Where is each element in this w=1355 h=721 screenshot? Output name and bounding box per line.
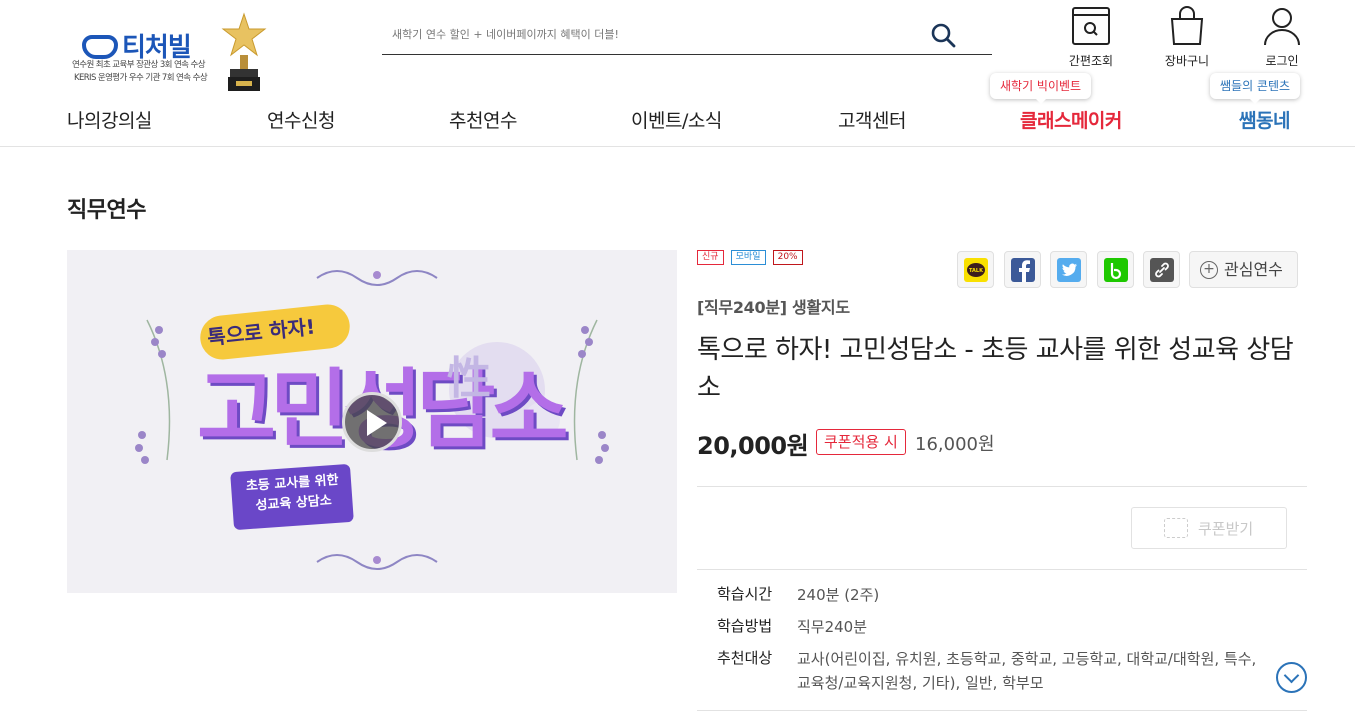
ssem-content-bubble[interactable]: 쌤들의 콘텐츠 <box>1210 73 1301 104</box>
share-facebook-button[interactable] <box>1004 251 1041 288</box>
get-coupon-label: 쿠폰받기 <box>1198 520 1254 538</box>
course-tags: 신규 모바일 20% <box>697 250 805 266</box>
info-value: 240분 (2주) <box>797 586 880 604</box>
quick-view-icon <box>1072 7 1110 45</box>
trophy-icon <box>221 12 267 91</box>
coupon-price: 16,000원 <box>915 434 995 455</box>
nav-events-news[interactable]: 이벤트/소식 <box>631 106 722 133</box>
course-category: [직무240분] 생활지도 <box>697 298 850 317</box>
lavender-right-icon <box>573 319 609 464</box>
svg-text:TALK: TALK <box>969 268 984 274</box>
info-key: 학습시간 <box>717 585 773 603</box>
tag-mobile: 모바일 <box>730 250 766 265</box>
favorite-course-label: 관심연수 <box>1224 260 1283 279</box>
info-key: 추천대상 <box>717 649 773 667</box>
logo-award-line1: 연수원 최초 교육부 장관상 3회 연속 수상 <box>72 60 206 70</box>
tag-discount: 20% <box>772 250 803 265</box>
nav-my-classroom[interactable]: 나의강의실 <box>67 106 152 133</box>
search-input[interactable] <box>392 22 912 46</box>
cart-button[interactable]: 장바구니 <box>1152 6 1222 70</box>
share-kakaotalk-button[interactable]: TALK <box>957 251 994 288</box>
main-navigation: 나의강의실 연수신청 추천연수 이벤트/소식 고객센터 클래스메이커 쌤동네 <box>0 106 1355 136</box>
search-bar <box>382 14 992 55</box>
flourish-bottom-icon <box>316 554 438 570</box>
nav-customer-center[interactable]: 고객센터 <box>838 106 906 133</box>
kakaotalk-icon: TALK <box>964 258 988 282</box>
divider <box>697 710 1307 711</box>
link-icon <box>1150 258 1174 282</box>
play-button[interactable] <box>342 392 402 452</box>
flourish-top-icon <box>316 270 438 286</box>
nav-classmaker[interactable]: 클래스메이커 <box>1020 106 1122 133</box>
site-header: 티처빌 연수원 최초 교육부 장관상 3회 연속 수상 KERIS 운영평가 우… <box>0 0 1355 147</box>
search-icon[interactable] <box>930 22 956 48</box>
share-link-button[interactable] <box>1143 251 1180 288</box>
coupon-applied-badge: 쿠폰적용 시 <box>816 429 906 455</box>
expand-info-button[interactable] <box>1276 662 1307 693</box>
facebook-icon <box>1011 258 1035 282</box>
nav-ssem-dongne[interactable]: 쌤동네 <box>1239 106 1290 133</box>
share-band-button[interactable] <box>1097 251 1134 288</box>
logo[interactable]: 티처빌 연수원 최초 교육부 장관상 3회 연속 수상 KERIS 운영평가 우… <box>70 12 270 94</box>
get-coupon-button[interactable]: 쿠폰받기 <box>1131 507 1287 549</box>
page-title: 직무연수 <box>67 198 146 223</box>
nav-recommended[interactable]: 추천연수 <box>449 106 517 133</box>
twitter-icon <box>1057 258 1081 282</box>
info-value: 교사(어린이집, 유치원, 초등학교, 중학교, 고등학교, 대학교/대학원, … <box>797 650 1257 692</box>
quick-view-button[interactable]: 간편조회 <box>1056 6 1126 70</box>
course-price: 20,000원 <box>697 432 809 460</box>
quick-view-label: 간편조회 <box>1068 54 1114 68</box>
lavender-left-icon <box>135 319 171 464</box>
logo-award-line2: KERIS 운영평가 우수 기관 7회 연속 수상 <box>74 73 208 83</box>
user-icon <box>1264 8 1300 46</box>
banner-accent-char: 性 <box>447 353 491 404</box>
coupon-icon <box>1164 518 1188 538</box>
divider <box>697 569 1307 570</box>
course-title: 톡으로 하자! 고민성담소 - 초등 교사를 위한 성교육 상담소 <box>697 335 1294 403</box>
favorite-course-button[interactable]: + 관심연수 <box>1189 251 1298 288</box>
classmaker-event-bubble[interactable]: 새학기 빅이벤트 <box>990 73 1092 104</box>
info-key: 학습방법 <box>717 617 773 635</box>
nav-course-apply[interactable]: 연수신청 <box>267 106 335 133</box>
logo-symbol-icon <box>82 35 118 59</box>
plus-icon: + <box>1200 261 1218 279</box>
band-icon <box>1104 258 1128 282</box>
info-value: 직무240분 <box>797 618 868 636</box>
cart-label: 장바구니 <box>1164 54 1210 68</box>
share-twitter-button[interactable] <box>1050 251 1087 288</box>
course-thumbnail[interactable]: 톡으로 하자! 고민성담소 性 초등 교사를 위한 성교육 상담소 <box>67 250 677 593</box>
divider <box>697 486 1307 487</box>
cart-icon <box>1170 6 1204 45</box>
tag-new: 신규 <box>697 250 724 265</box>
login-label: 로그인 <box>1265 54 1299 68</box>
login-button[interactable]: 로그인 <box>1247 6 1317 70</box>
banner-sub-text: 초등 교사를 위한 성교육 상담소 <box>245 472 340 514</box>
